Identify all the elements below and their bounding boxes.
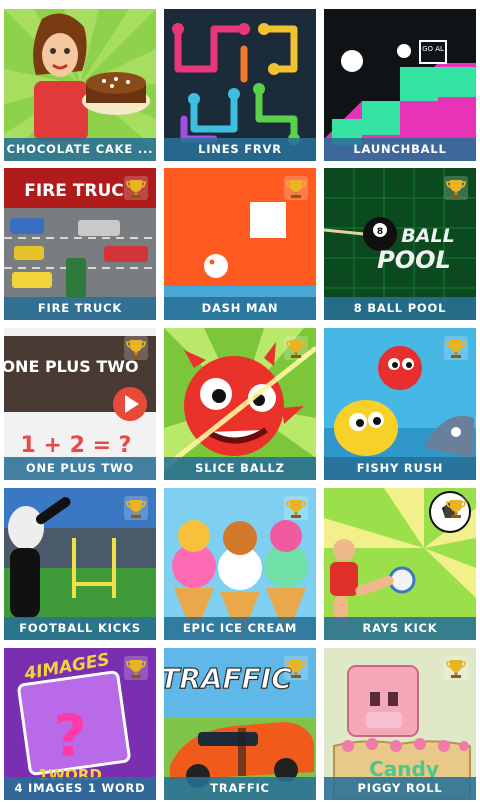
game-tile-piggy-roll[interactable]: Candy PIGGY ROLL (324, 648, 476, 800)
game-tile-dash-man[interactable]: DASH MAN (164, 168, 316, 320)
game-tile-8-ball-pool[interactable]: 8 BALL POOL 8 BALL POOL (324, 168, 476, 320)
game-title: DASH MAN (164, 297, 316, 320)
trophy-icon (283, 495, 309, 521)
game-title: LINES FRVR (164, 138, 316, 161)
game-title: 4 IMAGES 1 WORD (4, 777, 156, 800)
game-title: ONE PLUS TWO (4, 457, 156, 480)
game-tile-football-kicks[interactable]: FOOTBALL KICKS (4, 488, 156, 640)
equation-text: 1 + 2 = ? (21, 433, 132, 458)
game-tile-lines-frvr[interactable]: LINES FRVR (164, 9, 316, 161)
trophy-icon (283, 655, 309, 681)
game-title: FOOTBALL KICKS (4, 617, 156, 640)
game-tile-slice-ballz[interactable]: SLICE BALLZ (164, 328, 316, 480)
pool-art-text-ball: BALL (401, 225, 454, 247)
game-tile-epic-ice-cream[interactable]: EPIC ICE CREAM (164, 488, 316, 640)
trophy-icon (283, 335, 309, 361)
game-title: RAYS KICK (324, 617, 476, 640)
trophy-icon (123, 495, 149, 521)
trophy-icon (443, 495, 469, 521)
game-title: CHOCOLATE CAKE ... (4, 138, 156, 161)
game-title: EPIC ICE CREAM (164, 617, 316, 640)
game-tile-launchball[interactable]: GO AL LAUNCHBALL (324, 9, 476, 161)
game-title: FIRE TRUCK (4, 297, 156, 320)
goal-label: GO AL (422, 45, 444, 53)
game-tile-one-plus-two[interactable]: ONE PLUS TWO 1 + 2 = ? ONE PLUS TWO (4, 328, 156, 480)
game-title: LAUNCHBALL (324, 138, 476, 161)
traffic-art-text: TRAFFIC (164, 662, 292, 695)
game-title: FISHY RUSH (324, 457, 476, 480)
trophy-icon (443, 335, 469, 361)
game-title: SLICE BALLZ (164, 457, 316, 480)
trophy-icon (123, 335, 149, 361)
svg-text:?: ? (53, 702, 87, 770)
game-tile-chocolate-cake[interactable]: CHOCOLATE CAKE ... (4, 9, 156, 161)
trophy-icon (443, 175, 469, 201)
fire-truck-art-text: FIRE TRUC (24, 181, 124, 201)
game-tile-traffic[interactable]: TRAFFIC TRAFFIC (164, 648, 316, 800)
game-tile-fishy-rush[interactable]: FISHY RUSH (324, 328, 476, 480)
one-plus-two-art-text: ONE PLUS TWO (4, 357, 139, 376)
game-title: 8 BALL POOL (324, 297, 476, 320)
trophy-icon (123, 655, 149, 681)
pool-ball-number: 8 (377, 227, 383, 237)
game-tile-fire-truck[interactable]: FIRE TRUC FIRE TRUCK (4, 168, 156, 320)
game-title: TRAFFIC (164, 777, 316, 800)
trophy-icon (283, 175, 309, 201)
trophy-icon (443, 655, 469, 681)
game-title: PIGGY ROLL (324, 777, 476, 800)
game-tile-4-images-1-word[interactable]: 4IMAGES ? 1WORD 4 IMAGES 1 WORD (4, 648, 156, 800)
game-tile-rays-kick[interactable]: RAYS KICK (324, 488, 476, 640)
top-strip (0, 0, 480, 7)
trophy-icon (123, 175, 149, 201)
pool-art-text-pool: POOL (377, 246, 451, 274)
